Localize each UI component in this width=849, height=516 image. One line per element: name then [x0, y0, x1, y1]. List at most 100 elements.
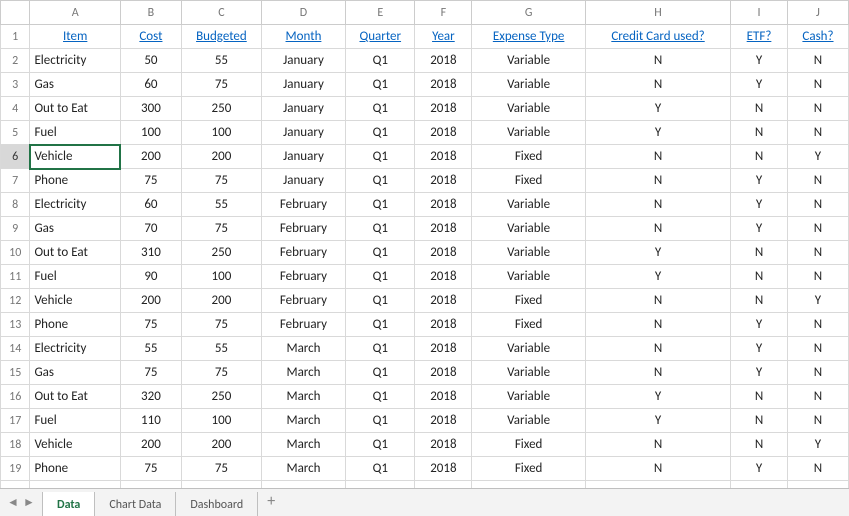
- cell-E7[interactable]: Q1: [346, 169, 415, 193]
- row-header[interactable]: 16: [1, 385, 30, 409]
- cell-I7[interactable]: Y: [731, 169, 788, 193]
- cell-E16[interactable]: Q1: [346, 385, 415, 409]
- cell-F16[interactable]: 2018: [415, 385, 472, 409]
- cell-J18[interactable]: Y: [787, 433, 848, 457]
- cell-C6[interactable]: 200: [181, 145, 261, 169]
- column-header-I[interactable]: I: [731, 1, 788, 25]
- cell-A16[interactable]: Out to Eat: [30, 385, 120, 409]
- cell-D10[interactable]: February: [261, 241, 345, 265]
- cell-J3[interactable]: N: [787, 73, 848, 97]
- cell-I18[interactable]: N: [731, 433, 788, 457]
- cell-B16[interactable]: 320: [120, 385, 181, 409]
- cell-E5[interactable]: Q1: [346, 121, 415, 145]
- cell-I10[interactable]: N: [731, 241, 788, 265]
- cell-B2[interactable]: 50: [120, 49, 181, 73]
- row-header[interactable]: 17: [1, 409, 30, 433]
- column-header-B[interactable]: B: [120, 1, 181, 25]
- cell-E12[interactable]: Q1: [346, 289, 415, 313]
- cell-C18[interactable]: 200: [181, 433, 261, 457]
- row-header[interactable]: 10: [1, 241, 30, 265]
- cell-B6[interactable]: 200: [120, 145, 181, 169]
- row-header[interactable]: 6: [1, 145, 30, 169]
- cell-H7[interactable]: N: [585, 169, 730, 193]
- cell-C16[interactable]: 250: [181, 385, 261, 409]
- header-cell-C[interactable]: Budgeted: [181, 25, 261, 49]
- cell-D3[interactable]: January: [261, 73, 345, 97]
- cell-I8[interactable]: Y: [731, 193, 788, 217]
- cell-A17[interactable]: Fuel: [30, 409, 120, 433]
- cell-D8[interactable]: February: [261, 193, 345, 217]
- cell-H15[interactable]: N: [585, 361, 730, 385]
- row-header[interactable]: 9: [1, 217, 30, 241]
- header-cell-G[interactable]: Expense Type: [472, 25, 586, 49]
- cell-D9[interactable]: February: [261, 217, 345, 241]
- cell-J2[interactable]: N: [787, 49, 848, 73]
- cell-B7[interactable]: 75: [120, 169, 181, 193]
- cell-F13[interactable]: 2018: [415, 313, 472, 337]
- cell-G3[interactable]: Variable: [472, 73, 586, 97]
- cell-C14[interactable]: 55: [181, 337, 261, 361]
- cell-C15[interactable]: 75: [181, 361, 261, 385]
- cell-F5[interactable]: 2018: [415, 121, 472, 145]
- cell-D18[interactable]: March: [261, 433, 345, 457]
- cell-J11[interactable]: N: [787, 265, 848, 289]
- cell-A2[interactable]: Electricity: [30, 49, 120, 73]
- cell-C17[interactable]: 100: [181, 409, 261, 433]
- cell-A12[interactable]: Vehicle: [30, 289, 120, 313]
- cell-D17[interactable]: March: [261, 409, 345, 433]
- cell-B17[interactable]: 110: [120, 409, 181, 433]
- cell-E19[interactable]: Q1: [346, 457, 415, 481]
- row-header[interactable]: 5: [1, 121, 30, 145]
- cell-E18[interactable]: Q1: [346, 433, 415, 457]
- cell-H13[interactable]: N: [585, 313, 730, 337]
- cell-B15[interactable]: 75: [120, 361, 181, 385]
- row-header[interactable]: 12: [1, 289, 30, 313]
- cell-C20[interactable]: [181, 481, 261, 489]
- cell-I13[interactable]: Y: [731, 313, 788, 337]
- cell-E6[interactable]: Q1: [346, 145, 415, 169]
- cell-H17[interactable]: Y: [585, 409, 730, 433]
- row-header[interactable]: 7: [1, 169, 30, 193]
- cell-D5[interactable]: January: [261, 121, 345, 145]
- column-header-H[interactable]: H: [585, 1, 730, 25]
- cell-A4[interactable]: Out to Eat: [30, 97, 120, 121]
- cell-F8[interactable]: 2018: [415, 193, 472, 217]
- cell-I12[interactable]: N: [731, 289, 788, 313]
- cell-A18[interactable]: Vehicle: [30, 433, 120, 457]
- tab-next-icon[interactable]: ►: [22, 496, 36, 510]
- column-header-J[interactable]: J: [787, 1, 848, 25]
- cell-B4[interactable]: 300: [120, 97, 181, 121]
- cell-I4[interactable]: N: [731, 97, 788, 121]
- cell-J17[interactable]: N: [787, 409, 848, 433]
- cell-F10[interactable]: 2018: [415, 241, 472, 265]
- cell-D2[interactable]: January: [261, 49, 345, 73]
- cell-E20[interactable]: [346, 481, 415, 489]
- cell-G19[interactable]: Fixed: [472, 457, 586, 481]
- sheet-tab[interactable]: Data: [42, 492, 95, 516]
- row-header[interactable]: 15: [1, 361, 30, 385]
- cell-J10[interactable]: N: [787, 241, 848, 265]
- cell-G4[interactable]: Variable: [472, 97, 586, 121]
- cell-G5[interactable]: Variable: [472, 121, 586, 145]
- cell-A9[interactable]: Gas: [30, 217, 120, 241]
- header-cell-I[interactable]: ETF?: [731, 25, 788, 49]
- row-header[interactable]: 18: [1, 433, 30, 457]
- column-header-D[interactable]: D: [261, 1, 345, 25]
- cell-G14[interactable]: Variable: [472, 337, 586, 361]
- add-sheet-button[interactable]: +: [257, 489, 285, 516]
- cell-G12[interactable]: Fixed: [472, 289, 586, 313]
- cell-G6[interactable]: Fixed: [472, 145, 586, 169]
- cell-G18[interactable]: Fixed: [472, 433, 586, 457]
- cell-C8[interactable]: 55: [181, 193, 261, 217]
- row-header[interactable]: 3: [1, 73, 30, 97]
- cell-B13[interactable]: 75: [120, 313, 181, 337]
- cell-B11[interactable]: 90: [120, 265, 181, 289]
- cell-A14[interactable]: Electricity: [30, 337, 120, 361]
- sheet-tab[interactable]: Chart Data: [94, 492, 176, 516]
- cell-B20[interactable]: [120, 481, 181, 489]
- cell-H9[interactable]: N: [585, 217, 730, 241]
- cell-D13[interactable]: February: [261, 313, 345, 337]
- cell-C9[interactable]: 75: [181, 217, 261, 241]
- row-header[interactable]: 1: [1, 25, 30, 49]
- header-cell-E[interactable]: Quarter: [346, 25, 415, 49]
